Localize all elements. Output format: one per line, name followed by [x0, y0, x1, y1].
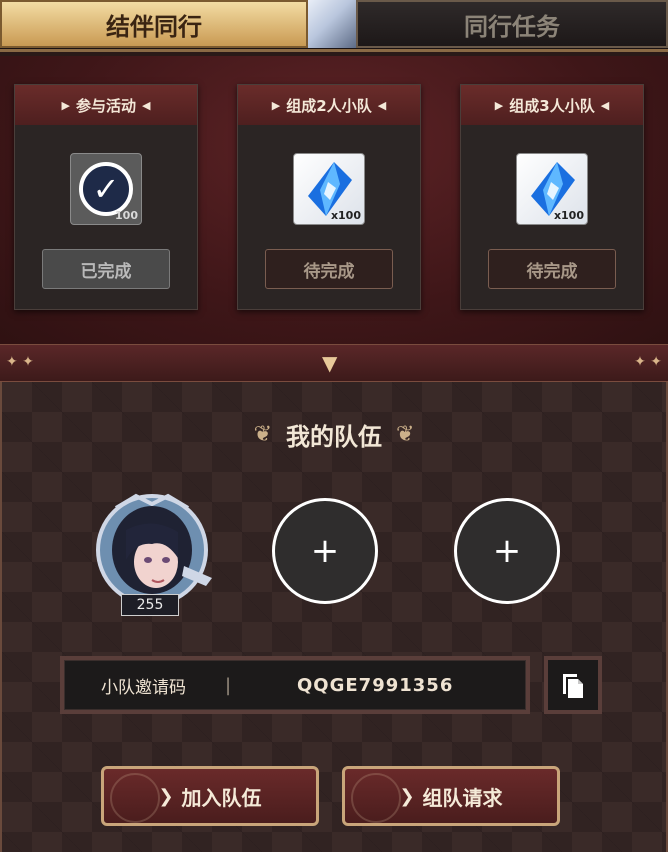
copy-button[interactable]	[544, 656, 602, 714]
team-title: 我的队伍	[286, 422, 382, 451]
invite-separator: |	[225, 674, 232, 696]
task-card-team-of-three: ▶ 组成3人小队 ◀ x100 待完成	[460, 84, 644, 310]
tab-underline	[0, 49, 668, 52]
team-request-label: 组队请求	[422, 785, 503, 810]
task-title: 参与活动	[75, 96, 136, 115]
wheel-decor-icon	[351, 773, 401, 823]
triangle-left-icon: ◀	[600, 98, 610, 112]
tab-companion-tasks[interactable]: 同行任务	[356, 0, 668, 48]
section-divider: ✦ ✦ ▼ ✦ ✦	[0, 344, 668, 382]
team-request-button[interactable]: ❯ 组队请求	[342, 766, 560, 826]
sparkle-icon: ✦ ✦	[6, 354, 34, 370]
add-member-slot[interactable]: +	[272, 498, 378, 604]
reward-item[interactable]: ✓ 100	[70, 153, 142, 225]
wheel-decor-icon	[110, 773, 160, 823]
reward-item[interactable]: x100	[516, 153, 588, 225]
triangle-right-icon: ▶	[271, 98, 281, 112]
plus-icon: +	[310, 531, 340, 571]
plus-icon: +	[492, 531, 522, 571]
member-level-badge: 255	[121, 594, 179, 616]
task-title-bar: ▶ 参与活动 ◀	[15, 85, 197, 125]
laurel-left-icon: ❦	[253, 421, 272, 447]
invite-code-field: 小队邀请码 | QQGE7991356	[60, 656, 530, 714]
triangle-left-icon: ◀	[377, 98, 387, 112]
reward-quantity: x100	[553, 209, 584, 222]
chevron-down-icon: ▼	[322, 351, 338, 375]
triangle-right-icon: ▶	[494, 98, 504, 112]
task-title-bar: ▶ 组成2人小队 ◀	[238, 85, 420, 125]
add-member-slot[interactable]: +	[454, 498, 560, 604]
task-status-button[interactable]: 已完成	[42, 249, 170, 289]
task-title: 组成2人小队	[286, 96, 372, 115]
tab-character-art	[308, 0, 356, 48]
reward-quantity: 100	[115, 209, 138, 222]
copy-button-inner	[548, 660, 598, 710]
copy-icon	[563, 674, 583, 698]
team-title-row: ❦ 我的队伍 ❦	[0, 414, 668, 454]
check-badge-icon: ✓	[79, 162, 133, 216]
task-card-join-event: ▶ 参与活动 ◀ ✓ 100 已完成	[14, 84, 198, 310]
chevron-right-icon: ❯	[158, 785, 174, 807]
task-status-button[interactable]: 待完成	[265, 249, 393, 289]
member-avatar[interactable]	[86, 488, 218, 608]
task-status-button[interactable]: 待完成	[488, 249, 616, 289]
laurel-right-icon: ❦	[396, 421, 415, 447]
invite-code-value: QQGE7991356	[297, 674, 454, 696]
invite-code-inner: 小队邀请码 | QQGE7991356	[64, 660, 526, 710]
join-team-label: 加入队伍	[181, 785, 262, 810]
join-team-button[interactable]: ❯ 加入队伍	[101, 766, 319, 826]
reward-item[interactable]: x100	[293, 153, 365, 225]
task-title-bar: ▶ 组成3人小队 ◀	[461, 85, 643, 125]
task-title: 组成3人小队	[509, 96, 595, 115]
reward-quantity: x100	[330, 209, 361, 222]
chevron-right-icon: ❯	[399, 785, 415, 807]
task-card-team-of-two: ▶ 组成2人小队 ◀ x100 待完成	[237, 84, 421, 310]
triangle-left-icon: ◀	[142, 98, 151, 112]
invite-code-label: 小队邀请码	[101, 677, 186, 698]
tab-companion[interactable]: 结伴同行	[0, 0, 308, 48]
sparkle-icon: ✦ ✦	[634, 354, 662, 370]
triangle-right-icon: ▶	[61, 98, 70, 112]
